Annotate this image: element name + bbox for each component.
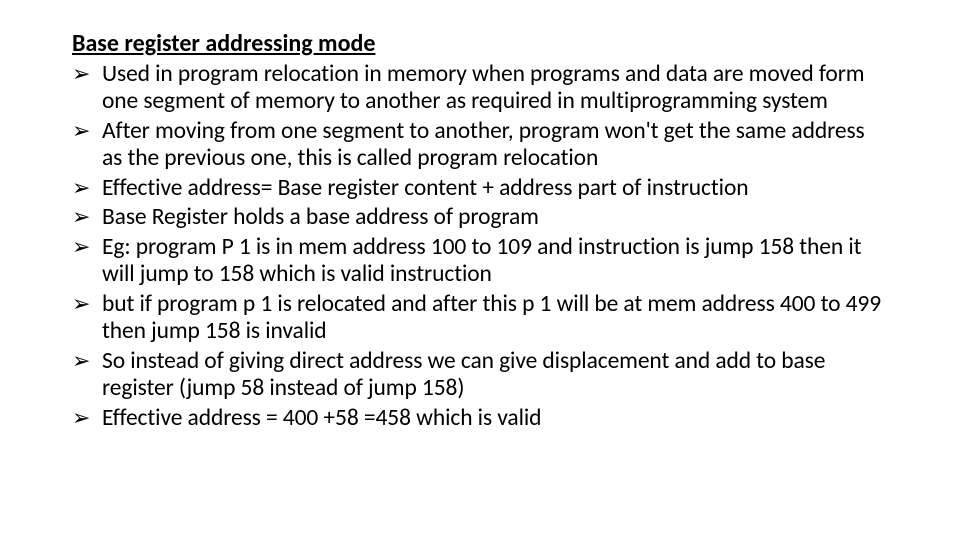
bullet-list: Used in program relocation in memory whe… [72, 61, 888, 432]
list-item: So instead of giving direct address we c… [72, 348, 888, 403]
slide-heading: Base register addressing mode [72, 30, 888, 59]
list-item: Used in program relocation in memory whe… [72, 61, 888, 116]
slide: Base register addressing mode Used in pr… [0, 0, 960, 540]
list-item: Base Register holds a base address of pr… [72, 204, 888, 231]
list-item: Effective address = 400 +58 =458 which i… [72, 405, 888, 432]
list-item: After moving from one segment to another… [72, 118, 888, 173]
list-item: Eg: program P 1 is in mem address 100 to… [72, 234, 888, 289]
list-item: but if program p 1 is relocated and afte… [72, 291, 888, 346]
list-item: Effective address= Base register content… [72, 175, 888, 202]
